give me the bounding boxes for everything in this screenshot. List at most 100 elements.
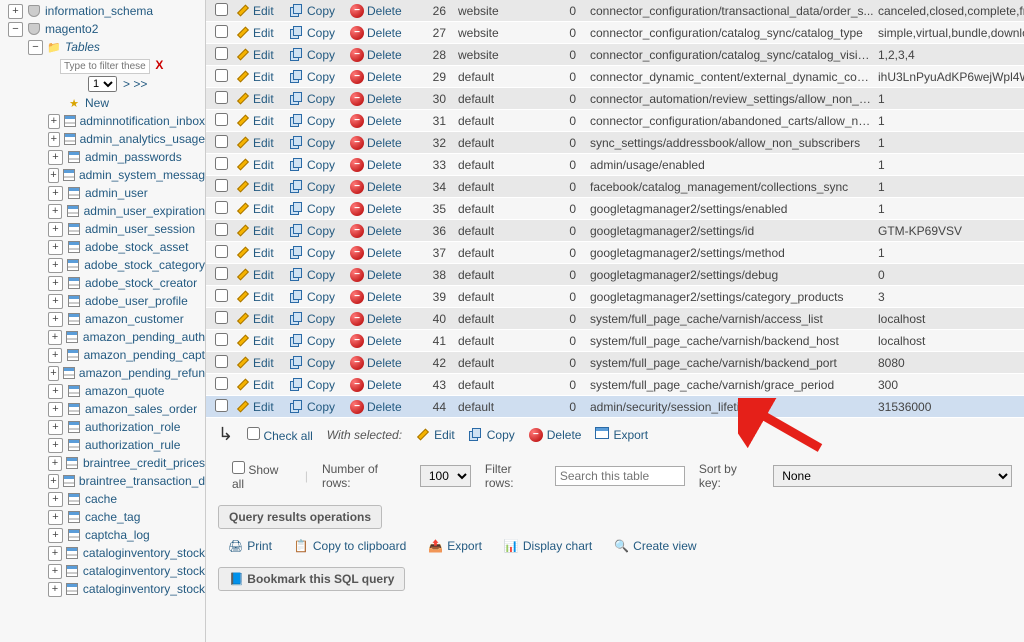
check-all[interactable]: Check all [247,427,313,443]
edit-link[interactable]: Edit [236,4,290,18]
edit-link[interactable]: Edit [236,400,290,414]
row-checkbox[interactable] [215,3,228,16]
copy-link[interactable]: Copy [290,400,350,414]
table-label[interactable]: adobe_user_profile [85,294,188,308]
delete-link[interactable]: Delete [350,136,414,150]
table-row[interactable]: EditCopyDelete42default0system/full_page… [206,352,1024,374]
show-all-checkbox[interactable] [232,461,245,474]
table-label[interactable]: adobe_stock_asset [85,240,188,254]
copy-link[interactable]: Copy [290,180,350,194]
table-filter-input[interactable] [60,59,150,74]
copy-link[interactable]: Copy [290,92,350,106]
expand-icon[interactable]: + [48,150,63,165]
table-row[interactable]: EditCopyDelete43default0system/full_page… [206,374,1024,396]
edit-link[interactable]: Edit [236,114,290,128]
table-item[interactable]: +cache [6,490,205,508]
table-label[interactable]: authorization_rule [85,438,180,452]
row-checkbox[interactable] [215,289,228,302]
delete-link[interactable]: Delete [350,268,414,282]
delete-link[interactable]: Delete [350,4,414,18]
edit-link[interactable]: Edit [236,92,290,106]
copy-link[interactable]: Copy [290,356,350,370]
table-label[interactable]: cache_tag [85,510,140,524]
edit-link[interactable]: Edit [236,334,290,348]
row-checkbox[interactable] [215,135,228,148]
delete-link[interactable]: Delete [350,26,414,40]
expand-icon[interactable]: + [48,528,63,543]
copy-link[interactable]: Copy [290,70,350,84]
table-item[interactable]: +amazon_pending_capt [6,346,205,364]
next-page-link[interactable]: > >> [123,77,147,91]
table-label[interactable]: admin_user_expiration [84,204,205,218]
expand-icon[interactable]: + [48,474,59,489]
table-item[interactable]: + authorization_role [6,418,205,436]
edit-link[interactable]: Edit [236,290,290,304]
copy-link[interactable]: Copy [290,48,350,62]
row-checkbox[interactable] [215,47,228,60]
row-checkbox[interactable] [215,157,228,170]
table-item[interactable]: +amazon_customer [6,310,205,328]
copy-link[interactable]: Copy [290,378,350,392]
copy-link[interactable]: Copy [290,4,350,18]
expand-icon[interactable]: + [48,222,63,237]
expand-icon[interactable]: + [48,546,62,561]
table-row[interactable]: EditCopyDelete28website0connector_config… [206,44,1024,66]
edit-link[interactable]: Edit [236,26,290,40]
expand-icon[interactable]: + [48,186,63,201]
delete-link[interactable]: Delete [350,48,414,62]
edit-link[interactable]: Edit [236,268,290,282]
expand-icon[interactable]: + [48,276,63,291]
expand-icon[interactable]: + [48,420,63,435]
row-checkbox[interactable] [215,223,228,236]
copy-link[interactable]: Copy [290,290,350,304]
table-label[interactable]: admin_analytics_usage [80,132,205,146]
expand-icon[interactable]: + [48,114,60,129]
copy-link[interactable]: Copy [290,114,350,128]
table-item[interactable]: +admin_passwords [6,148,205,166]
row-checkbox[interactable] [215,355,228,368]
table-label[interactable]: adobe_stock_category [84,258,205,272]
table-label[interactable]: amazon_sales_order [85,402,197,416]
table-label[interactable]: cataloginventory_stock [83,546,205,560]
table-item[interactable]: +adobe_stock_creator [6,274,205,292]
table-item[interactable]: +cache_tag [6,508,205,526]
copy-clipboard-button[interactable]: Copy to clipboard [294,539,406,553]
delete-link[interactable]: Delete [350,202,414,216]
expand-icon[interactable]: + [48,168,59,183]
row-checkbox[interactable] [215,377,228,390]
clear-filter-icon[interactable]: X [155,58,163,72]
table-item[interactable]: + cataloginventory_stock [6,544,205,562]
table-label[interactable]: authorization_role [85,420,180,434]
copy-link[interactable]: Copy [290,202,350,216]
table-item[interactable]: +adobe_stock_asset [6,238,205,256]
table-item[interactable]: +adminnotification_inbox [6,112,205,130]
delete-link[interactable]: Delete [350,114,414,128]
table-row[interactable]: EditCopyDelete26website0connector_config… [206,0,1024,22]
expand-icon[interactable]: + [48,384,63,399]
delete-link[interactable]: Delete [350,356,414,370]
expand-icon[interactable]: + [48,258,63,273]
table-row[interactable]: EditCopyDelete32default0sync_settings/ad… [206,132,1024,154]
edit-link[interactable]: Edit [236,246,290,260]
table-row[interactable]: EditCopyDelete36default0googletagmanager… [206,220,1024,242]
row-checkbox[interactable] [215,399,228,412]
delete-link[interactable]: Delete [350,224,414,238]
edit-link[interactable]: Edit [236,378,290,392]
db-magento2[interactable]: − magento2 [6,20,205,38]
table-row[interactable]: EditCopyDelete37default0googletagmanager… [206,242,1024,264]
table-item[interactable]: +admin_user_expiration [6,202,205,220]
table-item[interactable]: +admin_user [6,184,205,202]
edit-link[interactable]: Edit [236,136,290,150]
sort-by-key-select[interactable]: None [773,465,1012,487]
row-checkbox[interactable] [215,201,228,214]
expand-icon[interactable]: + [48,564,62,579]
table-row[interactable]: EditCopyDelete39default0googletagmanager… [206,286,1024,308]
table-label[interactable]: braintree_transaction_d [79,474,205,488]
export-button[interactable]: Export [428,539,482,553]
delete-link[interactable]: Delete [350,158,414,172]
copy-link[interactable]: Copy [290,312,350,326]
copy-link[interactable]: Copy [290,246,350,260]
table-row[interactable]: EditCopyDelete35default0googletagmanager… [206,198,1024,220]
expand-icon[interactable]: + [48,492,63,507]
edit-link[interactable]: Edit [236,312,290,326]
